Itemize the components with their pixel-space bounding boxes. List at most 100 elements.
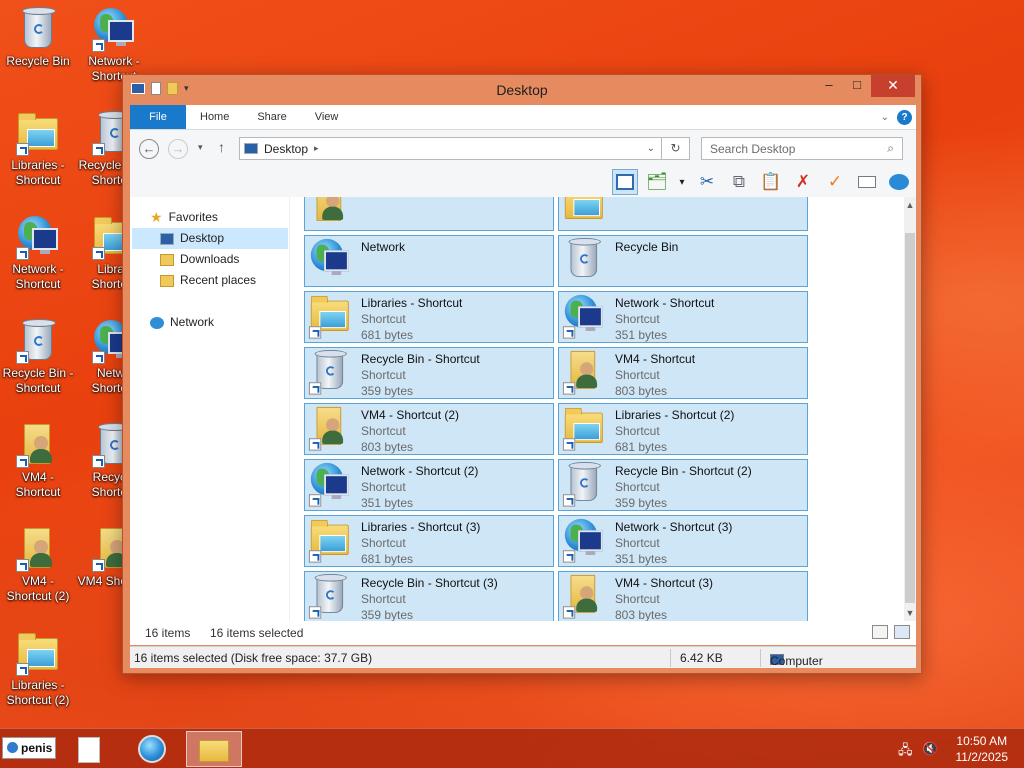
file-tile[interactable]: VM4 - Shortcut Shortcut 803 bytes: [558, 347, 808, 399]
nav-item-recent-places[interactable]: Recent places: [160, 270, 256, 291]
address-path[interactable]: Desktop ▸ ⌄: [239, 137, 662, 160]
desktop-location-icon: [244, 143, 258, 154]
minimize-button[interactable]: –: [815, 75, 843, 97]
details-view-button[interactable]: [872, 625, 888, 639]
nav-item-downloads[interactable]: Downloads: [160, 249, 239, 270]
address-dropdown-icon[interactable]: ⌄: [647, 143, 655, 154]
star-icon: ★: [150, 209, 163, 225]
file-grid: VM4 Libraries Network Recycle Bin Libraries …: [304, 197, 898, 621]
address-bar-row: ← → ▾ ↑ Desktop ▸ ⌄ ↻ Search Desktop ⌕: [130, 129, 916, 167]
shortcut-arrow-icon: [16, 559, 29, 572]
forward-button[interactable]: →: [168, 139, 188, 159]
title-bar[interactable]: ▾ Desktop – □ ✕: [123, 75, 921, 105]
file-tile[interactable]: Recycle Bin: [558, 235, 808, 287]
shortcut-arrow-icon: [16, 351, 29, 364]
taskbar: penis 🖧 🔇 10:50 AM 11/2/2025: [0, 728, 1024, 768]
desktop-icon[interactable]: VM4 - Shortcut (2): [0, 526, 76, 604]
taskbar-item-document[interactable]: [66, 731, 122, 767]
taskbar-item-explorer[interactable]: [186, 731, 242, 767]
recent-locations-chevron-icon[interactable]: ▾: [198, 142, 203, 153]
copy-button[interactable]: ⧉: [726, 169, 752, 195]
nav-favorites-label: Favorites: [168, 210, 218, 224]
taskbar-item-browser[interactable]: [126, 731, 182, 767]
preview-pane-button[interactable]: [612, 169, 638, 195]
clock[interactable]: 10:50 AM 11/2/2025: [956, 733, 1009, 765]
file-name: Libraries - Shortcut (2): [615, 408, 735, 422]
file-tile[interactable]: Network - Shortcut (2) Shortcut 351 bytes: [304, 459, 554, 511]
desktop-icon[interactable]: Network - Shortcut: [76, 6, 152, 84]
file-type: Shortcut: [361, 312, 406, 326]
nav-favorites[interactable]: ★ Favorites: [150, 207, 218, 228]
rename-button[interactable]: [854, 169, 880, 195]
file-tile[interactable]: Network - Shortcut Shortcut 351 bytes: [558, 291, 808, 343]
shortcut-arrow-icon: [562, 438, 576, 451]
search-placeholder: Search Desktop: [710, 142, 796, 156]
status-location-label: Computer: [770, 654, 823, 668]
file-tile[interactable]: Libraries - Shortcut (3) Shortcut 681 byte…: [304, 515, 554, 567]
file-size: 681 bytes: [361, 328, 414, 342]
recent-places-icon: [160, 274, 174, 287]
desktop-icon[interactable]: Recycle Bin - Shortcut: [0, 318, 76, 396]
file-tile[interactable]: Libraries - Shortcut Shortcut 681 bytes: [304, 291, 554, 343]
maximize-button[interactable]: □: [843, 75, 871, 97]
close-button[interactable]: ✕: [871, 75, 915, 97]
file-size: 351 bytes: [361, 496, 414, 510]
network-tray-icon[interactable]: 🖧: [898, 741, 913, 763]
status-bar: 16 items selected (Disk free space: 37.7…: [130, 646, 916, 668]
volume-muted-icon[interactable]: 🔇: [922, 741, 938, 757]
desktop-icon-label: VM4 - Shortcut: [15, 470, 61, 499]
file-tile[interactable]: VM4 - Shortcut (3) Shortcut 803 bytes: [558, 571, 808, 621]
file-tile[interactable]: Libraries - Shortcut (2) Shortcut 681 byte…: [558, 403, 808, 455]
desktop-icon[interactable]: Recycle Bin: [0, 6, 76, 69]
help-icon[interactable]: ?: [897, 109, 912, 125]
shortcut-arrow-icon: [308, 438, 322, 451]
tab-home[interactable]: Home: [186, 105, 243, 129]
start-button[interactable]: penis: [2, 737, 56, 759]
file-tile[interactable]: Recycle Bin - Shortcut Shortcut 359 bytes: [304, 347, 554, 399]
more-chevron-icon[interactable]: ▾: [676, 169, 688, 195]
paste-button[interactable]: 📋: [758, 169, 784, 195]
chat-button[interactable]: [886, 169, 912, 195]
large-icons-view-button[interactable]: [894, 625, 910, 639]
file-tile[interactable]: Recycle Bin - Shortcut (2) Shortcut 359 by…: [558, 459, 808, 511]
scroll-down-arrow-icon[interactable]: ▼: [904, 605, 916, 621]
chat-bubble-icon: [889, 174, 909, 190]
desktop-icon[interactable]: Libraries - Shortcut: [0, 110, 76, 188]
cut-button[interactable]: ✂: [694, 169, 720, 195]
shortcut-arrow-icon: [92, 247, 105, 260]
file-tile[interactable]: VM4 - Shortcut (2) Shortcut 803 bytes: [304, 403, 554, 455]
properties-button[interactable]: 🗂: [644, 169, 670, 195]
vertical-scrollbar[interactable]: ▲ ▼: [904, 197, 916, 621]
scrollbar-thumb[interactable]: [905, 233, 915, 603]
shortcut-arrow-icon: [308, 382, 322, 395]
refresh-button[interactable]: ↻: [662, 137, 690, 160]
nav-item-desktop[interactable]: Desktop: [132, 228, 288, 249]
tab-share[interactable]: Share: [243, 105, 300, 129]
scroll-up-arrow-icon[interactable]: ▲: [904, 197, 916, 213]
file-tile[interactable]: Recycle Bin - Shortcut (3) Shortcut 359 by…: [304, 571, 554, 621]
file-tile[interactable]: Network - Shortcut (3) Shortcut 351 bytes: [558, 515, 808, 567]
desktop-icon[interactable]: VM4 - Shortcut: [0, 422, 76, 500]
desktop-icon[interactable]: Network - Shortcut: [0, 214, 76, 292]
file-name: VM4 - Shortcut (2): [361, 408, 460, 422]
tab-file[interactable]: File: [130, 105, 186, 129]
back-button[interactable]: ←: [139, 139, 159, 159]
nav-network[interactable]: Network: [150, 312, 214, 333]
delete-button[interactable]: ✗: [790, 169, 816, 195]
tab-view[interactable]: View: [301, 105, 353, 129]
breadcrumb-chevron-icon[interactable]: ▸: [314, 143, 319, 154]
apply-button[interactable]: ✓: [822, 169, 848, 195]
status-size: 6.42 KB: [680, 651, 723, 665]
file-tile[interactable]: Libraries: [558, 197, 808, 231]
shortcut-arrow-icon: [16, 247, 29, 260]
file-type: Shortcut: [615, 368, 660, 382]
search-input[interactable]: Search Desktop ⌕: [701, 137, 903, 160]
shortcut-arrow-icon: [92, 351, 105, 364]
file-size: 359 bytes: [361, 608, 414, 621]
desktop-icon[interactable]: Libraries - Shortcut (2): [0, 630, 76, 708]
file-name: Recycle Bin: [615, 240, 679, 254]
expand-ribbon-icon[interactable]: ⌄: [881, 112, 889, 123]
up-button[interactable]: ↑: [218, 139, 225, 155]
file-tile[interactable]: Network: [304, 235, 554, 287]
file-tile[interactable]: VM4: [304, 197, 554, 231]
